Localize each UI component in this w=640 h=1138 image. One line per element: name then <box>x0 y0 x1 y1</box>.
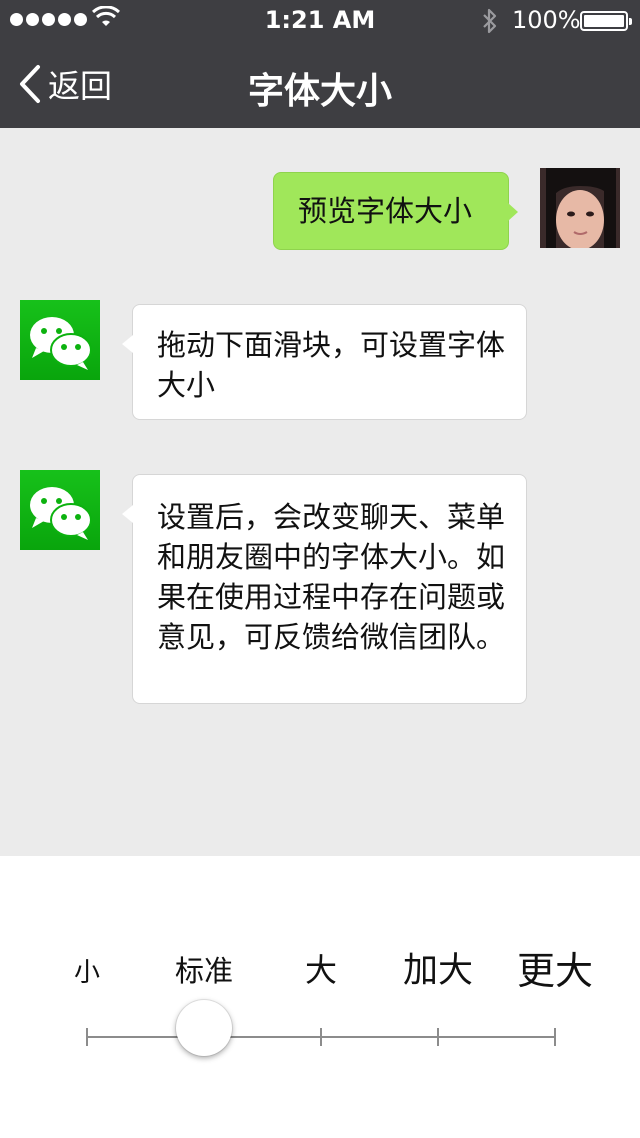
page-title: 字体大小 <box>247 71 392 112</box>
size-option-large[interactable]: 大 <box>261 945 381 991</box>
slider-tick <box>554 1028 556 1046</box>
size-option-small[interactable]: 小 <box>27 952 147 989</box>
message-text: 设置后，会改变聊天、菜单和朋友圈中的字体大小。如果在使用过程中存在问题或意见，可… <box>157 500 506 654</box>
message-text: 拖动下面滑块，可设置字体大小 <box>157 328 506 402</box>
message-text: 预览字体大小 <box>298 194 473 228</box>
user-avatar[interactable] <box>540 168 620 250</box>
size-option-larger[interactable]: 加大 <box>378 942 498 993</box>
bluetooth-icon <box>481 7 499 39</box>
font-size-panel: 小 标准 大 加大 更大 <box>0 856 640 1138</box>
message-bubble-received[interactable]: 设置后，会改变聊天、菜单和朋友圈中的字体大小。如果在使用过程中存在问题或意见，可… <box>122 474 527 704</box>
message-bubble-sent[interactable]: 预览字体大小 <box>273 172 518 250</box>
top-bar: 1:21 AM 100% 返回 字体大小 <box>0 0 640 128</box>
battery-icon <box>580 11 632 31</box>
wechat-logo-icon[interactable] <box>20 470 100 550</box>
message-bubble-received[interactable]: 拖动下面滑块，可设置字体大小 <box>122 304 527 420</box>
size-option-largest[interactable]: 更大 <box>495 940 615 995</box>
font-size-screen: 1:21 AM 100% 返回 字体大小 预览字体大小 拖动下面滑块，可设置字体… <box>0 0 640 1138</box>
slider-tick <box>437 1028 439 1046</box>
slider-tick <box>320 1028 322 1046</box>
navigation-bar: 返回 字体大小 <box>0 40 640 128</box>
status-bar: 1:21 AM 100% <box>0 0 640 40</box>
size-option-standard[interactable]: 标准 <box>144 948 264 990</box>
slider-tick <box>86 1028 88 1046</box>
battery-percentage: 100% <box>512 6 581 34</box>
font-size-slider-thumb[interactable] <box>176 1000 232 1056</box>
wechat-logo-icon[interactable] <box>20 300 100 380</box>
